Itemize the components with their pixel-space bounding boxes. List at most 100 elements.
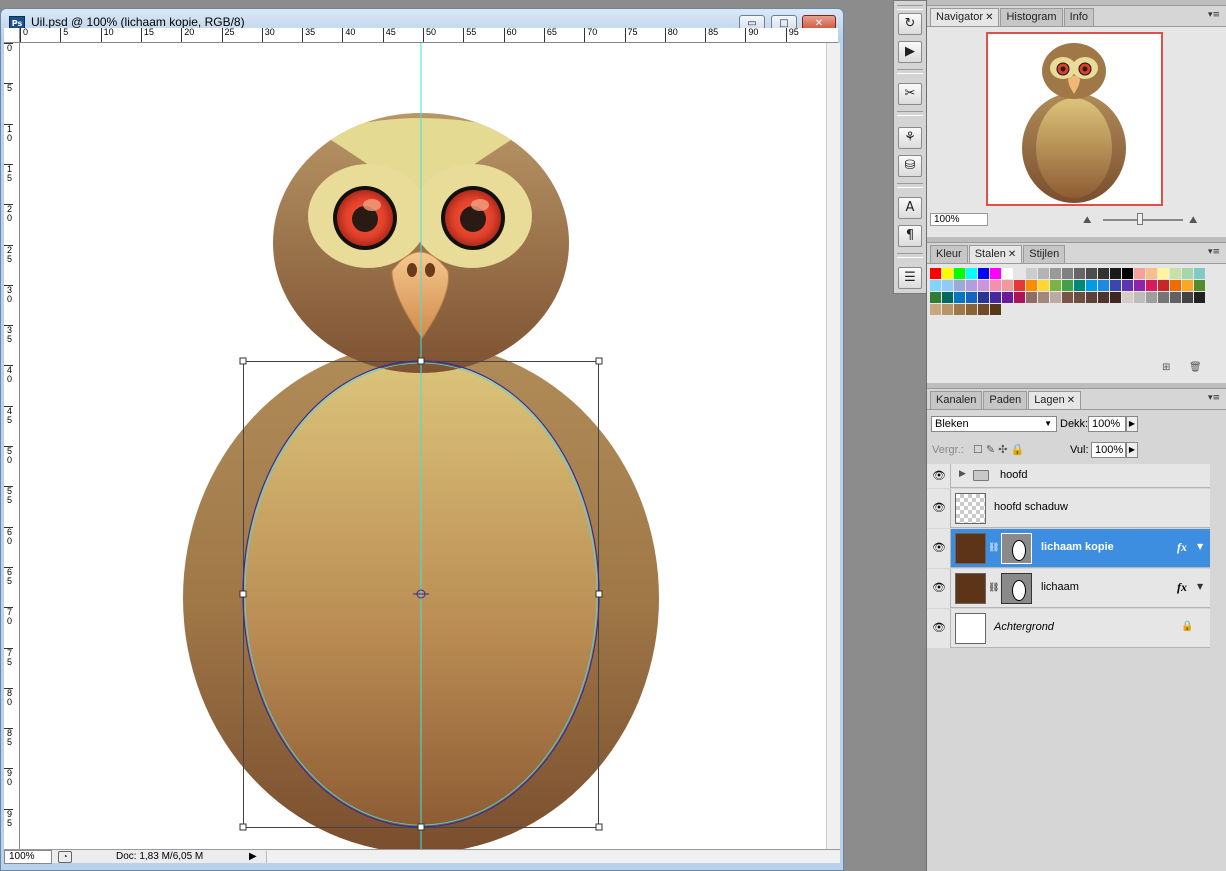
color-swatch[interactable] <box>990 292 1001 303</box>
color-swatch[interactable] <box>1050 280 1061 291</box>
panel-grip[interactable] <box>927 383 1226 389</box>
color-swatch[interactable] <box>930 292 941 303</box>
color-swatch[interactable] <box>1002 292 1013 303</box>
color-swatch[interactable] <box>1110 280 1121 291</box>
color-swatch[interactable] <box>954 268 965 279</box>
color-swatch[interactable] <box>1014 268 1025 279</box>
color-swatch[interactable] <box>990 304 1001 315</box>
visibility-toggle[interactable]: 👁 <box>927 489 951 528</box>
color-swatch[interactable] <box>990 268 1001 279</box>
color-swatch[interactable] <box>1110 292 1121 303</box>
color-swatch[interactable] <box>966 268 977 279</box>
navigator-zoom-field[interactable]: 100% <box>930 213 988 226</box>
layer-row-lichaam-kopie[interactable]: 👁 ⛓ lichaam kopie fx ▼ <box>927 529 1210 568</box>
color-swatch[interactable] <box>954 304 965 315</box>
clone-source-icon[interactable]: ⛁ <box>898 155 922 177</box>
color-swatch[interactable] <box>966 292 977 303</box>
layer-row-lichaam[interactable]: 👁 ⛓ lichaam fx ▼ <box>927 569 1210 608</box>
expand-triangle-icon[interactable]: ▶ <box>959 469 966 479</box>
color-swatch[interactable] <box>1074 268 1085 279</box>
tab-stijlen[interactable]: Stijlen <box>1023 245 1066 263</box>
color-swatch[interactable] <box>1074 280 1085 291</box>
link-chain-icon[interactable]: ⛓ <box>988 583 999 593</box>
color-swatch[interactable] <box>1098 280 1109 291</box>
color-swatch[interactable] <box>1182 268 1193 279</box>
blend-mode-select[interactable]: Bleken ▼ <box>931 416 1057 432</box>
panel-grip[interactable] <box>927 237 1226 243</box>
color-swatch[interactable] <box>1122 292 1133 303</box>
close-tab-icon[interactable]: ✕ <box>1008 249 1016 260</box>
color-swatch[interactable] <box>1062 280 1073 291</box>
opacity-field[interactable]: 100% <box>1088 416 1126 432</box>
status-info-icon[interactable]: ◔ <box>58 851 72 863</box>
status-menu-arrow-icon[interactable]: ▶ <box>249 851 257 862</box>
color-swatch[interactable] <box>1122 280 1133 291</box>
color-swatch[interactable] <box>1098 292 1109 303</box>
zoom-slider[interactable] <box>1103 219 1183 221</box>
color-swatch[interactable] <box>1110 268 1121 279</box>
color-swatch[interactable] <box>966 280 977 291</box>
layer-row-hoofd-schaduw[interactable]: 👁 hoofd schaduw <box>927 489 1210 528</box>
history-icon[interactable]: ↻ <box>898 13 922 35</box>
visibility-toggle[interactable]: 👁 <box>927 569 951 608</box>
tab-navigator[interactable]: Navigator ✕ <box>930 8 1000 26</box>
panel-menu-icon[interactable]: ▾≡ <box>1208 10 1220 20</box>
strip-grip[interactable] <box>897 5 923 10</box>
document-canvas[interactable] <box>20 43 838 849</box>
color-swatch[interactable] <box>1086 292 1097 303</box>
color-swatch[interactable] <box>1002 280 1013 291</box>
color-swatch[interactable] <box>1134 268 1145 279</box>
fx-expand-icon[interactable]: ▼ <box>1197 582 1203 591</box>
tool-presets-icon[interactable]: ✂ <box>898 83 922 105</box>
color-swatch[interactable] <box>1050 292 1061 303</box>
link-chain-icon[interactable]: ⛓ <box>988 543 999 553</box>
zoom-in-icon[interactable]: ⛰ <box>1189 215 1197 226</box>
color-swatch[interactable] <box>1086 280 1097 291</box>
tab-paden[interactable]: Paden <box>983 391 1028 409</box>
color-swatch[interactable] <box>1062 268 1073 279</box>
close-tab-icon[interactable]: ✕ <box>1067 395 1075 406</box>
visibility-toggle[interactable]: 👁 <box>927 464 951 488</box>
color-swatch[interactable] <box>930 280 941 291</box>
layer-mask-thumbnail[interactable] <box>1001 533 1032 564</box>
tab-kanalen[interactable]: Kanalen <box>930 391 983 409</box>
brushes-icon[interactable]: ⚘ <box>898 127 922 149</box>
color-swatch[interactable] <box>1026 280 1037 291</box>
color-swatch[interactable] <box>1038 268 1049 279</box>
fill-arrow-icon[interactable]: ▶ <box>1126 442 1138 458</box>
actions-icon[interactable]: ▶ <box>898 41 922 63</box>
color-swatch[interactable] <box>1134 292 1145 303</box>
panel-grip[interactable] <box>927 0 1226 6</box>
panel-menu-icon[interactable]: ▾≡ <box>1208 247 1220 257</box>
lock-icons[interactable]: ☐ ✎ ✣ 🔒 <box>973 443 1024 456</box>
color-swatch[interactable] <box>930 304 941 315</box>
tab-info[interactable]: Info <box>1063 8 1094 26</box>
zoom-slider-knob[interactable] <box>1137 213 1143 225</box>
tab-histogram[interactable]: Histogram <box>1000 8 1063 26</box>
color-swatch[interactable] <box>978 304 989 315</box>
color-swatch[interactable] <box>1038 280 1049 291</box>
color-swatch[interactable] <box>1086 268 1097 279</box>
color-swatch[interactable] <box>1014 292 1025 303</box>
ruler-origin[interactable] <box>4 28 20 43</box>
color-swatch[interactable] <box>1194 268 1205 279</box>
horizontal-scrollbar[interactable] <box>266 851 840 863</box>
fill-field[interactable]: 100% <box>1091 442 1126 458</box>
color-swatch[interactable] <box>1182 292 1193 303</box>
panel-menu-icon[interactable]: ▾≡ <box>1208 393 1220 403</box>
fx-icon[interactable]: fx <box>1177 540 1187 555</box>
color-swatch[interactable] <box>1170 268 1181 279</box>
color-swatch[interactable] <box>1134 280 1145 291</box>
color-swatch[interactable] <box>942 304 953 315</box>
notes-icon[interactable]: ☰ <box>898 267 922 289</box>
layer-row-achtergrond[interactable]: 👁 Achtergrond 🔒 <box>927 609 1210 648</box>
color-swatch[interactable] <box>930 268 941 279</box>
color-swatch[interactable] <box>990 280 1001 291</box>
color-swatch[interactable] <box>978 268 989 279</box>
color-swatch[interactable] <box>966 304 977 315</box>
zoom-field[interactable]: 100% <box>4 850 52 864</box>
color-swatch[interactable] <box>1194 292 1205 303</box>
layer-mask-thumbnail[interactable] <box>1001 573 1032 604</box>
color-swatch[interactable] <box>978 280 989 291</box>
vertical-ruler[interactable]: 0 5 10 15 20 25 30 35 40 45 50 55 60 65 70 75 80 85 90 95 <box>4 43 20 849</box>
